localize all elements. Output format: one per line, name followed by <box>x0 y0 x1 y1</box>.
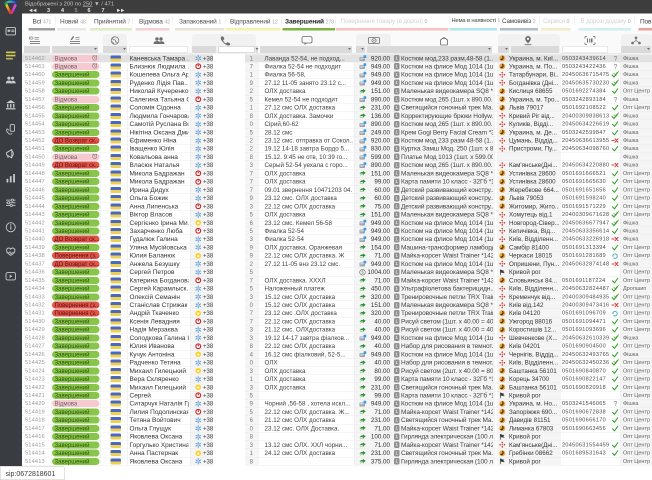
svg-text:ID: ID <box>29 36 34 41</box>
